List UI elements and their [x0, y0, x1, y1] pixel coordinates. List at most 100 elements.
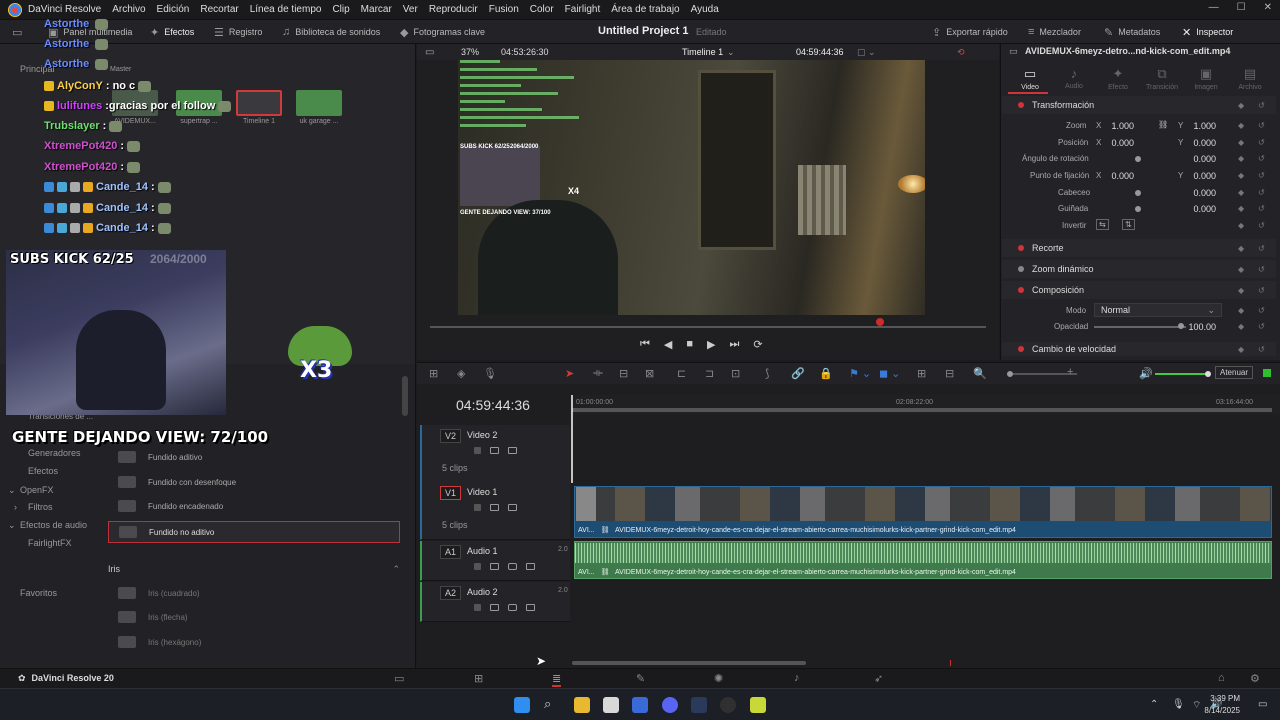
track-monitor-icon[interactable] — [508, 447, 517, 454]
maximize-button[interactable]: ☐ — [1237, 2, 1246, 13]
clock[interactable]: 3:39 PM 8/14/2025 — [1204, 693, 1240, 717]
yaw-slider[interactable] — [1135, 206, 1141, 212]
keyframe-icon[interactable]: ◆ — [1238, 171, 1244, 180]
keyframe-icon[interactable]: ◆ — [1238, 101, 1244, 110]
inspector-tab[interactable]: ⧉ Transición — [1140, 66, 1184, 91]
yaw-field[interactable]: 0.000 — [1176, 204, 1216, 214]
zoom-y-field[interactable]: 1.000 — [1176, 121, 1216, 131]
reset-icon[interactable]: ↺ — [1258, 154, 1265, 163]
effects-category[interactable]: Efectos de audio — [20, 520, 87, 530]
workspace-icon-button[interactable]: ▭ — [12, 20, 22, 44]
iris-header[interactable]: Iris ⌃ — [108, 562, 400, 576]
track-lock-icon[interactable] — [474, 504, 481, 511]
inspector-tab[interactable]: ✦ Efecto — [1096, 66, 1140, 91]
link-clips-icon[interactable]: 🔗 — [791, 367, 805, 380]
track-mute-icon[interactable] — [526, 563, 535, 570]
viewer-loop-icon[interactable]: ⟲ — [957, 47, 965, 58]
page-fairlight-icon[interactable]: ♪ — [794, 672, 800, 684]
viewer-layout-icon[interactable]: ▭ — [425, 47, 434, 58]
register-button[interactable]: ☰ Registro — [214, 20, 262, 44]
reset-icon[interactable]: ↺ — [1258, 221, 1265, 230]
iris-item[interactable]: Iris (cuadrado) — [108, 582, 400, 604]
loop-icon[interactable]: ⟳ — [753, 338, 762, 351]
reset-icon[interactable]: ↺ — [1258, 345, 1265, 354]
viewer-timeline-name[interactable]: Timeline 1 — [682, 47, 723, 57]
keyframe-icon[interactable]: ◆ — [1238, 286, 1244, 295]
speaker-icon[interactable]: 🔊 — [1139, 367, 1153, 380]
inspector-tab[interactable]: ▭ Video — [1008, 66, 1052, 91]
composition-section[interactable]: Composición — [1002, 281, 1276, 299]
viewer-zoom[interactable]: 37% — [461, 47, 479, 57]
transition-item[interactable]: Fundido aditivo — [108, 446, 400, 468]
menu-item[interactable]: Archivo — [112, 4, 145, 15]
menu-item[interactable]: Clip — [332, 4, 349, 15]
menu-item[interactable]: Línea de tiempo — [250, 4, 322, 15]
skip-end-icon[interactable]: ⏭ — [730, 338, 740, 351]
stop-icon[interactable]: ■ — [686, 338, 693, 351]
notifications-icon[interactable]: ▭ — [1258, 699, 1267, 710]
effects-button[interactable]: ✦ Efectos — [150, 20, 194, 44]
flip-horizontal-icon[interactable]: ⇆ — [1096, 219, 1109, 230]
lock-icon[interactable]: 🔒 — [819, 367, 833, 380]
zoom-custom-icon[interactable]: 🔍 — [973, 367, 987, 380]
reset-icon[interactable]: ↺ — [1258, 188, 1265, 197]
zoom-in-icon[interactable]: + — [1067, 366, 1073, 378]
volume-slider-handle[interactable] — [1205, 371, 1211, 377]
keyframe-icon[interactable]: ◆ — [1238, 138, 1244, 147]
track-lock-icon[interactable] — [474, 447, 481, 454]
zoom-detail-icon[interactable]: ⊟ — [945, 367, 954, 380]
flip-vertical-icon[interactable]: ⇅ — [1122, 219, 1135, 230]
effects-category[interactable]: FairlightFX — [28, 538, 72, 548]
metadata-button[interactable]: ✎ Metadatos — [1104, 20, 1160, 44]
selection-tool-icon[interactable]: ➤ — [565, 367, 574, 380]
reset-icon[interactable]: ↺ — [1258, 101, 1265, 110]
enable-dot-icon[interactable] — [1018, 346, 1024, 352]
track-enable-icon[interactable] — [490, 563, 499, 570]
reset-icon[interactable]: ↺ — [1258, 244, 1265, 253]
app-icon[interactable] — [750, 697, 766, 713]
track-enable-icon[interactable] — [490, 504, 499, 511]
menu-item[interactable]: Área de trabajo — [611, 4, 679, 15]
menu-item[interactable]: DaVinci Resolve — [28, 4, 101, 15]
page-fusion-icon[interactable]: ✎ — [636, 672, 645, 685]
keyframes-button[interactable]: ◆ Fotogramas clave — [400, 20, 485, 44]
tray-chevron-icon[interactable]: ⌃ — [1150, 699, 1158, 710]
viewer-scrub-bar[interactable] — [430, 326, 986, 328]
track-header[interactable]: A1 Audio 1 2.0 — [420, 541, 570, 581]
track-lock-icon[interactable] — [474, 604, 481, 611]
obs-icon[interactable] — [720, 697, 736, 713]
rotation-field[interactable]: 0.000 — [1176, 154, 1216, 164]
microphone-icon[interactable]: 🎙 — [483, 367, 497, 380]
track-enable-icon[interactable] — [490, 447, 499, 454]
chevron-down-icon[interactable]: ⌄ — [727, 47, 735, 58]
track-mute-icon[interactable] — [526, 604, 535, 611]
opacity-field[interactable]: 100.00 — [1176, 322, 1216, 332]
track-enable-icon[interactable] — [490, 604, 499, 611]
media-thumb[interactable] — [296, 90, 342, 116]
reset-icon[interactable]: ↺ — [1258, 322, 1265, 331]
keyframe-icon[interactable]: ◆ — [1238, 188, 1244, 197]
page-deliver-icon[interactable]: ➶ — [874, 672, 883, 685]
track-lock-icon[interactable] — [474, 563, 481, 570]
inspector-tab[interactable]: ▤ Archivo — [1228, 66, 1272, 91]
crop-section[interactable]: Recorte — [1002, 239, 1276, 257]
keyframe-icon[interactable]: ◆ — [1238, 221, 1244, 230]
step-back-icon[interactable]: ◀ — [664, 338, 672, 351]
menu-item[interactable]: Edición — [157, 4, 190, 15]
page-cut-icon[interactable]: ⊞ — [474, 672, 483, 685]
marker-icon[interactable]: ◼ ⌄ — [879, 367, 900, 380]
page-media-icon[interactable]: ▭ — [394, 672, 404, 685]
effects-category[interactable]: Efectos — [28, 466, 58, 476]
overwrite-clip-icon[interactable]: ⊐ — [705, 367, 714, 380]
effects-category[interactable]: Favoritos — [20, 588, 57, 598]
track-name[interactable]: Audio 1 — [467, 546, 498, 556]
discord-icon[interactable] — [662, 697, 678, 713]
replace-clip-icon[interactable]: ⊡ — [731, 367, 740, 380]
link-icon[interactable]: ⛓ — [1158, 120, 1168, 129]
track-solo-icon[interactable] — [508, 563, 517, 570]
menu-item[interactable]: Reproducir — [429, 4, 478, 15]
menu-item[interactable]: Color — [530, 4, 554, 15]
iris-item[interactable]: Iris (flecha) — [108, 606, 400, 628]
play-icon[interactable]: ▶ — [707, 338, 715, 351]
keyframe-icon[interactable]: ◆ — [1238, 204, 1244, 213]
